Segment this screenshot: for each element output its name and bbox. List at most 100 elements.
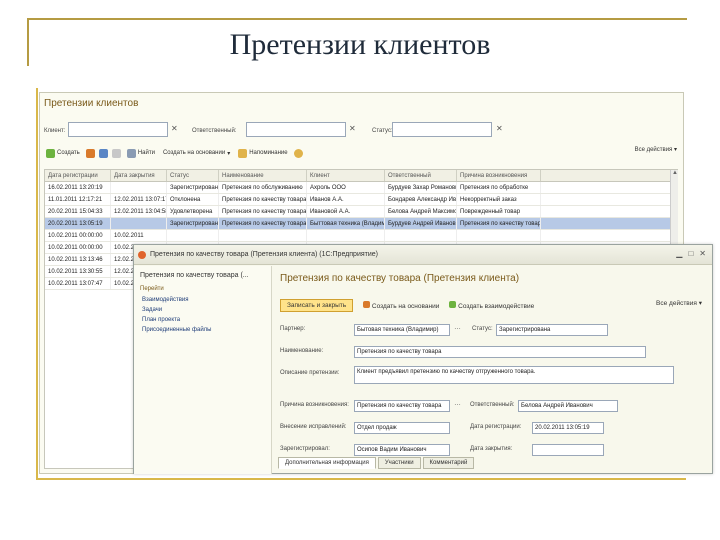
table-cell: Иванов А.А. xyxy=(307,194,385,205)
name-input[interactable]: Претензия по качеству товара xyxy=(354,346,646,358)
table-cell: 10.02.2011 00:00:00 xyxy=(45,230,111,241)
help-icon[interactable] xyxy=(293,148,303,158)
create-based-on-button[interactable]: Создать на основании xyxy=(363,301,439,310)
filter-status-input[interactable] xyxy=(392,122,492,137)
maximize-icon[interactable]: □ xyxy=(688,249,693,258)
table-cell: 10.02.2011 13:07:47 xyxy=(45,278,111,289)
table-cell: Некорректный заказ xyxy=(457,194,541,205)
responsible-input[interactable]: Белова Андрей Иванович xyxy=(518,400,618,412)
delete-icon[interactable] xyxy=(111,148,121,158)
table-cell: Быттовая техника (Владимир) xyxy=(307,218,385,229)
form-side-panel: Претензия по качеству товара (... Перейт… xyxy=(134,266,272,474)
tab-comment[interactable]: Комментарий xyxy=(422,457,475,469)
column-header[interactable]: Ответственный xyxy=(385,170,457,181)
partner-select-icon[interactable]: … xyxy=(454,324,461,331)
reg-date-input[interactable]: 20.02.2011 13:05:19 xyxy=(532,422,604,434)
slide-frame-bottom xyxy=(36,478,686,480)
form-tabs: Дополнительная информация Участники Комм… xyxy=(278,457,475,469)
table-cell: 20.02.2011 15:04:33 xyxy=(45,206,111,217)
edit-icon[interactable] xyxy=(98,148,108,158)
reason-label: Причина возникновения: xyxy=(280,402,349,408)
create-button[interactable]: Создать xyxy=(44,148,82,158)
tab-participants[interactable]: Участники xyxy=(377,457,421,469)
copy-icon[interactable] xyxy=(85,148,95,158)
column-header[interactable]: Клиент xyxy=(307,170,385,181)
table-cell: 10.02.2011 13:30:55 xyxy=(45,266,111,277)
create-interaction-button[interactable]: Создать взаимодействие xyxy=(449,301,534,310)
table-cell: 12.02.2011 13:04:58 xyxy=(111,206,167,217)
table-cell: Зарегистрирована xyxy=(167,182,219,193)
table-cell: Претензия по качеству товара xyxy=(457,218,541,229)
table-cell: 10.02.2011 13:13:46 xyxy=(45,254,111,265)
close-date-input[interactable] xyxy=(532,444,604,456)
status-label: Статус: xyxy=(472,326,493,332)
table-cell xyxy=(307,230,385,241)
description-textarea[interactable]: Клиент предъявил претензию по качеству о… xyxy=(354,366,674,384)
table-cell xyxy=(385,230,457,241)
column-header[interactable]: Дата закрытия xyxy=(111,170,167,181)
clear-status-icon[interactable]: ✕ xyxy=(496,124,503,133)
side-link-interactions[interactable]: Взаимодействия xyxy=(134,295,271,305)
table-row[interactable]: 20.02.2011 13:05:19 Зарегистрирована Прете… xyxy=(45,218,677,230)
description-label: Описание претензии: xyxy=(280,370,340,376)
side-link-project-plan[interactable]: План проекта xyxy=(134,315,271,325)
column-header[interactable]: Статус xyxy=(167,170,219,181)
side-panel-section: Перейти xyxy=(140,286,164,292)
column-header[interactable]: Причина возникновения xyxy=(457,170,541,181)
table-row[interactable]: 10.02.2011 00:00:00 10.02.2011 xyxy=(45,230,677,242)
filter-responsible-input[interactable] xyxy=(246,122,346,137)
form-main: Претензия по качеству товара (Претензия … xyxy=(274,266,712,473)
tab-additional-info[interactable]: Дополнительная информация xyxy=(278,457,376,469)
app-logo-icon xyxy=(138,251,146,259)
create-based-on-button[interactable]: Создать на основании ▾ xyxy=(161,150,232,157)
table-cell: Отклонена xyxy=(167,194,219,205)
table-cell: Претензия по качеству товара xyxy=(219,218,307,229)
close-date-label: Дата закрытия: xyxy=(470,446,513,452)
filter-status-label: Статус: xyxy=(372,128,393,134)
table-cell: Бондарев Александр Иван. xyxy=(385,194,457,205)
status-select[interactable]: Зарегистрирована xyxy=(496,324,608,336)
clear-responsible-icon[interactable]: ✕ xyxy=(349,124,356,133)
table-cell: Ахроль ООО xyxy=(307,182,385,193)
registered-by-input[interactable]: Осипов Вадим Иванович xyxy=(354,444,450,456)
form-all-actions[interactable]: Все действия ▾ xyxy=(656,299,702,307)
reg-date-label: Дата регистрации: xyxy=(470,424,522,430)
table-row[interactable]: 16.02.2011 13:20:19 Зарегистрирована Прете… xyxy=(45,182,677,194)
all-actions-menu[interactable]: Все действия ▾ xyxy=(635,146,677,153)
interaction-icon xyxy=(449,301,457,308)
table-cell: Поврежденный товар xyxy=(457,206,541,217)
doc-icon xyxy=(363,301,371,308)
column-header[interactable]: Наименование xyxy=(219,170,307,181)
side-link-tasks[interactable]: Задачи xyxy=(134,305,271,315)
window-controls: ▁ □ ✕ xyxy=(676,249,706,258)
reason-select-icon[interactable]: … xyxy=(454,400,461,407)
table-cell: Претензия по обслуживанию xyxy=(219,182,307,193)
side-link-attached-files[interactable]: Присоединенные файлы xyxy=(134,325,271,335)
column-header[interactable]: Дата регистрации xyxy=(45,170,111,181)
clear-client-icon[interactable]: ✕ xyxy=(171,124,178,133)
close-icon[interactable]: ✕ xyxy=(699,249,706,258)
filter-client-input[interactable] xyxy=(68,122,168,137)
table-header: Дата регистрации Дата закрытия Статус Наиме… xyxy=(45,170,677,182)
scroll-up-icon[interactable]: ▲ xyxy=(671,170,679,178)
find-button[interactable]: Найти xyxy=(125,148,157,158)
plus-icon xyxy=(46,148,55,158)
table-cell: 10.02.2011 00:00:00 xyxy=(45,242,111,253)
reason-input[interactable]: Претензия по качеству товара xyxy=(354,400,450,412)
department-input[interactable]: Отдел продаж xyxy=(354,422,450,434)
reminder-button[interactable]: Напоминание xyxy=(236,148,289,158)
table-cell: Белова Андрей Максимович xyxy=(385,206,457,217)
table-cell xyxy=(111,218,167,229)
partner-input[interactable]: Бытовая техника (Владимир) xyxy=(354,324,450,336)
bell-icon xyxy=(238,148,248,158)
table-row[interactable]: 20.02.2011 15:04:33 12.02.2011 13:04:58 Уд… xyxy=(45,206,677,218)
table-row[interactable]: 11.01.2011 12:17:21 12.02.2011 13:07:17 От… xyxy=(45,194,677,206)
table-cell: Претензия по качеству товара xyxy=(219,206,307,217)
minimize-icon[interactable]: ▁ xyxy=(676,249,682,258)
table-cell: 20.02.2011 13:05:19 xyxy=(45,218,111,229)
save-close-button[interactable]: Записать и закрыть xyxy=(280,299,354,312)
filter-client-label: Клиент: xyxy=(44,128,66,134)
table-cell: 11.01.2011 12:17:21 xyxy=(45,194,111,205)
table-cell: Удовлетворена xyxy=(167,206,219,217)
responsible-label: Ответственный: xyxy=(470,402,515,408)
